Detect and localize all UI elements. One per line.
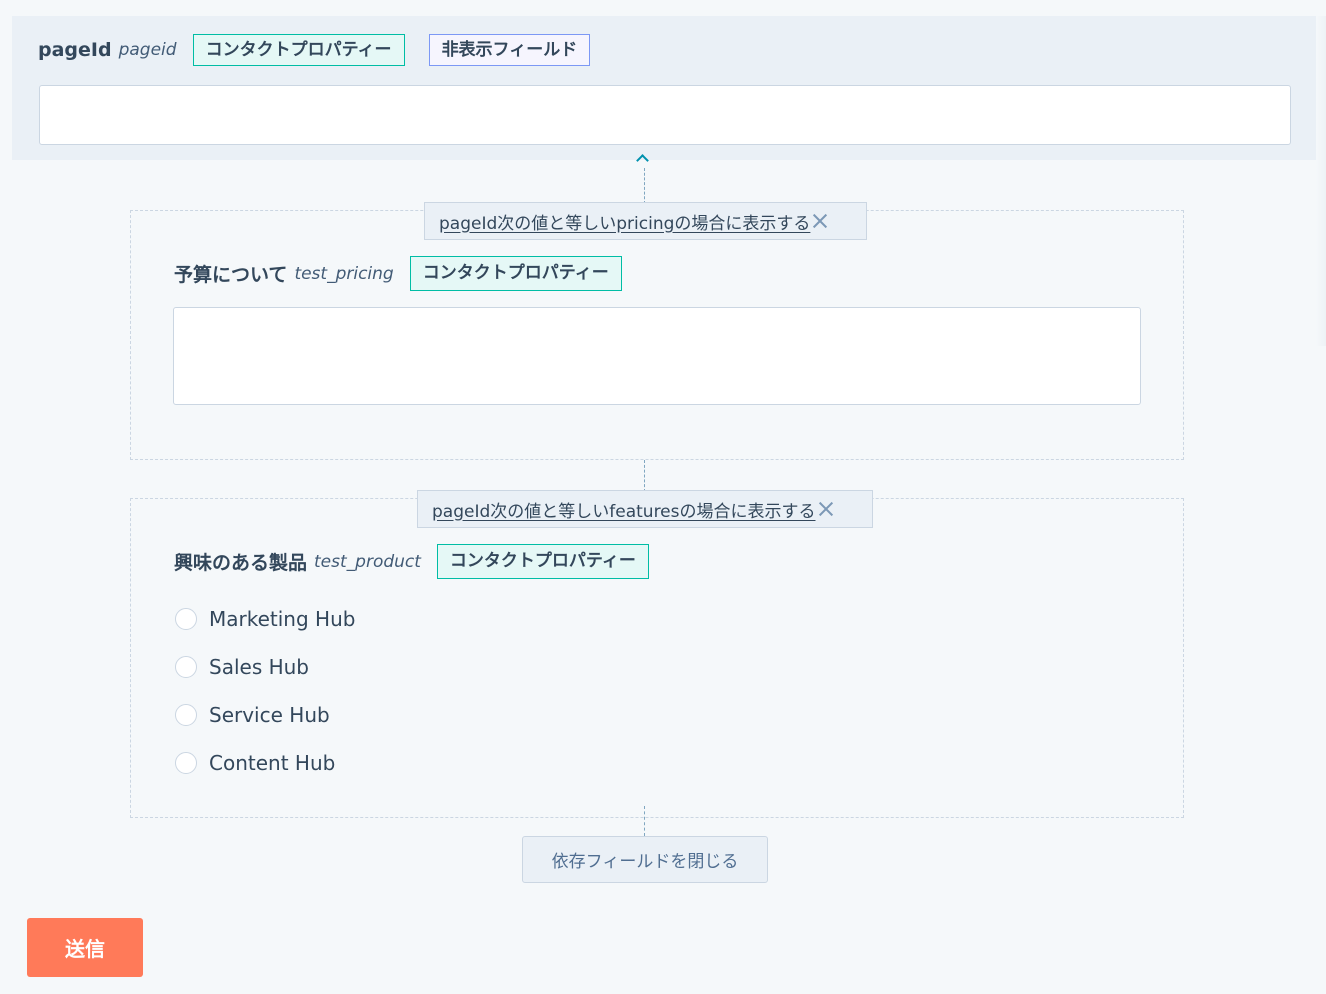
pricing-rule-text[interactable]: pageId次の値と等しいpricingの場合に表示する bbox=[439, 209, 810, 234]
contact-property-tag: コンタクトプロパティー bbox=[436, 544, 649, 579]
product-internal-name: test_product bbox=[314, 551, 421, 572]
pricing-field-label: 予算について bbox=[174, 264, 288, 286]
submit-button[interactable]: 送信 bbox=[27, 918, 143, 977]
radio-option-content-hub[interactable]: Content Hub bbox=[175, 751, 335, 775]
pageid-field-header: pageId pageid コンタクトプロパティー 非表示フィールド bbox=[38, 34, 591, 66]
pricing-internal-name: test_pricing bbox=[294, 263, 394, 284]
pageid-field-label: pageId bbox=[38, 39, 112, 61]
pageid-field[interactable]: pageId pageid コンタクトプロパティー 非表示フィールド bbox=[12, 16, 1318, 160]
radio-label[interactable]: Content Hub bbox=[209, 751, 335, 775]
contact-property-tag: コンタクトプロパティー bbox=[409, 256, 622, 291]
radio-button[interactable] bbox=[175, 704, 197, 726]
radio-option-service-hub[interactable]: Service Hub bbox=[175, 703, 330, 727]
hidden-field-tag: 非表示フィールド bbox=[428, 34, 591, 66]
panel-edge bbox=[1316, 16, 1326, 346]
radio-button[interactable] bbox=[175, 608, 197, 630]
pageid-internal-name: pageid bbox=[118, 40, 177, 60]
pageid-input[interactable] bbox=[39, 85, 1291, 145]
close-icon[interactable] bbox=[812, 213, 828, 229]
radio-option-sales-hub[interactable]: Sales Hub bbox=[175, 655, 309, 679]
close-dependent-fields-button[interactable]: 依存フィールドを閉じる bbox=[522, 836, 768, 883]
radio-button[interactable] bbox=[175, 656, 197, 678]
connector-line bbox=[644, 460, 645, 492]
pricing-rule-pill[interactable]: pageId次の値と等しいpricingの場合に表示する bbox=[424, 202, 867, 240]
radio-option-marketing-hub[interactable]: Marketing Hub bbox=[175, 607, 355, 631]
product-field-header: 興味のある製品 test_product コンタクトプロパティー bbox=[174, 544, 649, 579]
radio-button[interactable] bbox=[175, 752, 197, 774]
pricing-field-header: 予算について test_pricing コンタクトプロパティー bbox=[174, 256, 622, 291]
contact-property-tag: コンタクトプロパティー bbox=[192, 34, 405, 66]
product-rule-text[interactable]: pageId次の値と等しいfeaturesの場合に表示する bbox=[432, 497, 816, 522]
product-field-label: 興味のある製品 bbox=[174, 552, 308, 574]
radio-label[interactable]: Service Hub bbox=[209, 703, 330, 727]
connector-line bbox=[644, 806, 645, 836]
connector-line bbox=[644, 168, 645, 204]
radio-label[interactable]: Marketing Hub bbox=[209, 607, 355, 631]
product-rule-pill[interactable]: pageId次の値と等しいfeaturesの場合に表示する bbox=[417, 490, 873, 528]
close-icon[interactable] bbox=[818, 501, 834, 517]
radio-label[interactable]: Sales Hub bbox=[209, 655, 309, 679]
pricing-textarea[interactable] bbox=[173, 307, 1141, 405]
